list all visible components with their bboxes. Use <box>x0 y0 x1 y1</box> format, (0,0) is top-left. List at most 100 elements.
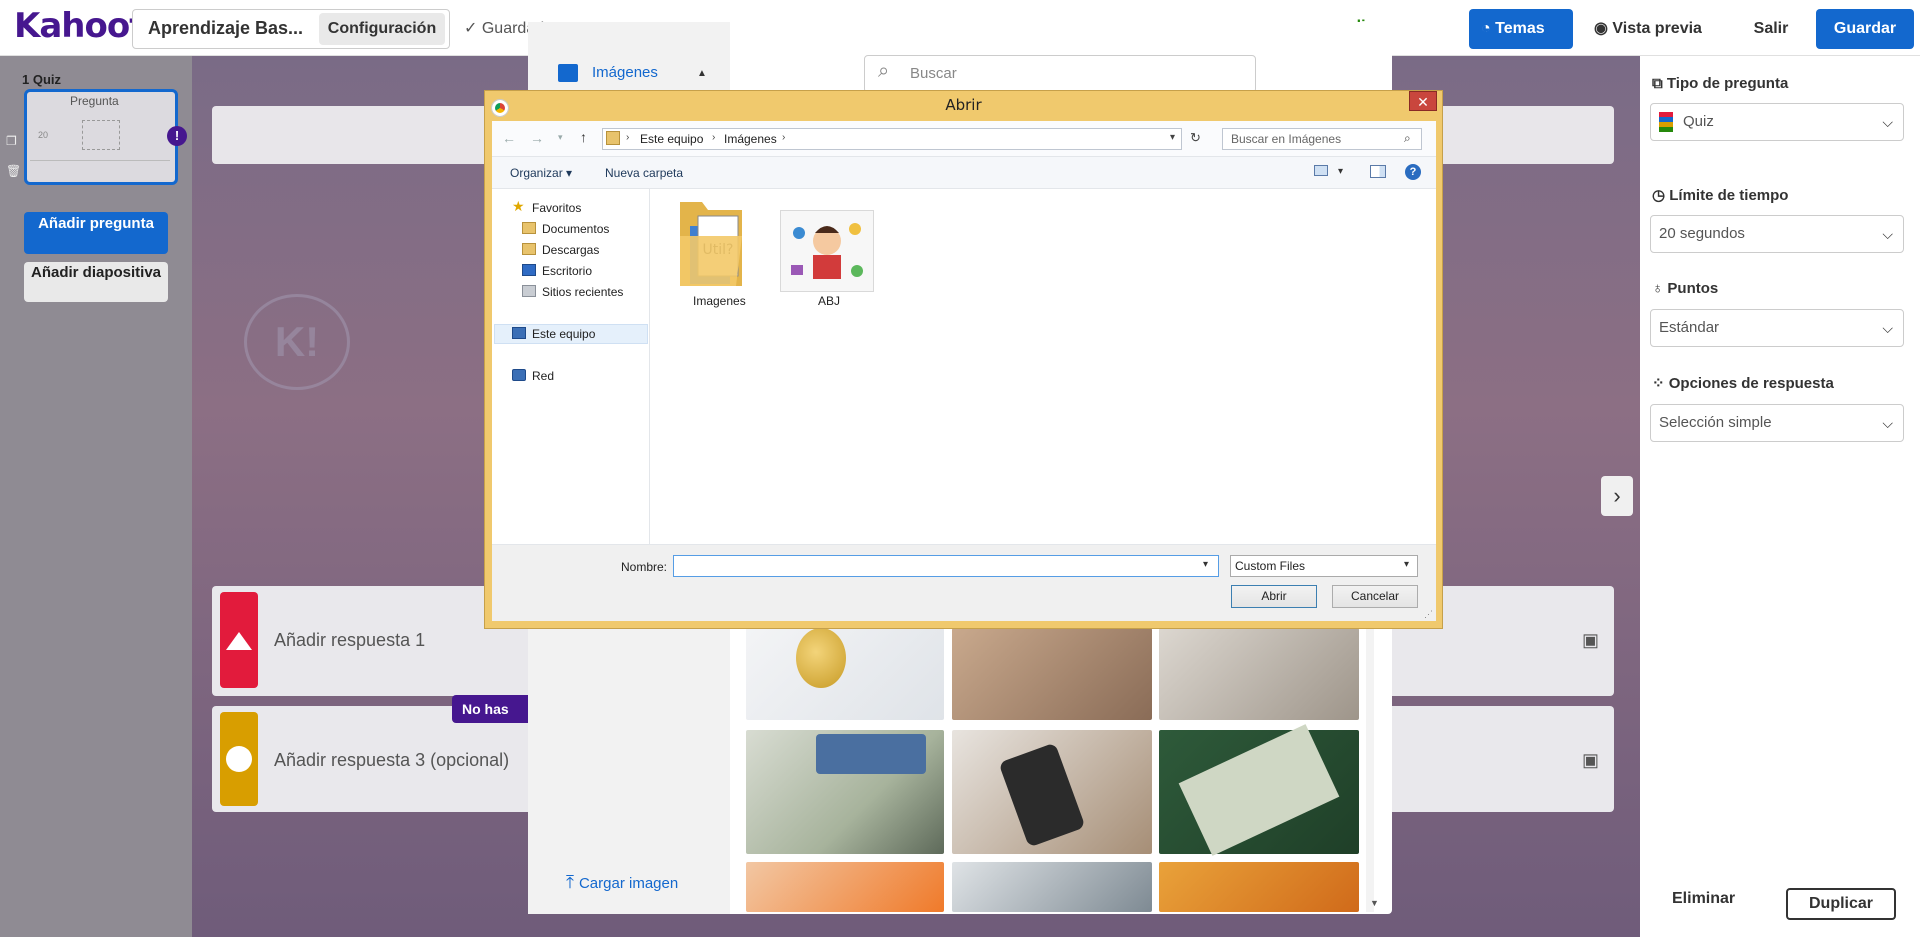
star-icon: ★ <box>512 198 525 214</box>
question-label: 1 Quiz <box>22 72 61 87</box>
upload-image-button[interactable]: ⤒ Cargar imagen <box>566 872 678 893</box>
add-slide-button[interactable]: Añadir diapositiva <box>24 262 168 302</box>
chevron-down-icon: ⌵ <box>1882 415 1893 431</box>
gallery-image[interactable] <box>952 628 1152 720</box>
tree-item-documents[interactable]: Documentos <box>542 222 609 236</box>
desktop-icon <box>522 264 536 276</box>
kahoot-title[interactable]: Aprendizaje Bas... <box>148 18 303 39</box>
answer-3-input[interactable]: Añadir respuesta 3 (opcional) <box>274 750 509 771</box>
recent-dropdown-icon[interactable]: ▾ <box>558 132 563 143</box>
forward-icon[interactable]: → <box>530 130 544 146</box>
question-type-label: ⧉ Tipo de pregunta <box>1652 75 1788 92</box>
breadcrumb-pictures[interactable]: Imágenes <box>724 132 777 146</box>
gallery-image[interactable] <box>746 730 944 854</box>
quiz-icon <box>1659 112 1673 133</box>
medal-icon: ♁ <box>1652 280 1668 297</box>
tree-item-downloads[interactable]: Descargas <box>542 243 599 257</box>
file-item-image[interactable] <box>780 210 874 292</box>
question-type: Quiz <box>32 72 62 87</box>
dialog-search-input[interactable]: Buscar en Imágenes <box>1222 128 1422 150</box>
question-type-label-text: Tipo de pregunta <box>1666 75 1789 92</box>
address-dropdown-icon[interactable]: ▾ <box>1170 132 1175 143</box>
answer-1-input[interactable]: Añadir respuesta 1 <box>274 630 425 651</box>
file-item-folder[interactable]: Util? <box>676 196 746 292</box>
exit-button[interactable]: Salir <box>1735 9 1807 49</box>
images-tab[interactable]: Imágenes <box>592 64 658 81</box>
file-name-label: Nombre: <box>621 560 668 574</box>
missing-answer-tooltip: No has añadido <box>452 695 532 723</box>
delete-button[interactable]: Eliminar <box>1672 890 1735 908</box>
back-icon[interactable]: ← <box>502 130 516 146</box>
answer-options-label: ⁘ Opciones de respuesta <box>1652 374 1834 392</box>
image-icon[interactable]: ▣ <box>1582 750 1599 771</box>
phone <box>998 742 1086 848</box>
time-limit-value: 20 segundos <box>1659 225 1745 242</box>
file-list <box>651 189 1436 544</box>
view-icon[interactable] <box>1314 165 1328 176</box>
breadcrumb-this-pc[interactable]: Este equipo <box>640 132 703 146</box>
chevron-down-icon[interactable]: ▾ <box>1203 559 1208 570</box>
answer-1-color <box>220 592 258 688</box>
tree-item-recent[interactable]: Sitios recientes <box>542 285 623 299</box>
add-question-button[interactable]: Añadir pregunta <box>24 212 168 254</box>
gallery-image[interactable] <box>952 862 1152 912</box>
duplicate-icon[interactable]: ❐ <box>6 134 17 148</box>
open-button[interactable]: Abrir <box>1231 585 1317 608</box>
file-name-input[interactable] <box>673 555 1219 577</box>
points-value: Estándar <box>1659 319 1720 336</box>
close-icon[interactable]: ✕ <box>1409 91 1437 111</box>
file-type-select[interactable]: Custom Files <box>1230 555 1418 577</box>
gallery-image[interactable] <box>1159 724 1359 856</box>
gallery-image[interactable] <box>746 862 944 912</box>
organize-button[interactable]: Organizar ▾ <box>510 166 572 180</box>
question-number: 1 <box>22 72 30 87</box>
gallery-image[interactable] <box>952 730 1152 854</box>
answer-options-select[interactable]: Selección simple ⌵ <box>1650 404 1904 442</box>
time-limit-select[interactable]: 20 segundos ⌵ <box>1650 215 1904 253</box>
chevron-down-icon[interactable]: ▾ <box>1404 559 1409 570</box>
question-sidebar <box>0 56 192 937</box>
caret-up-icon[interactable]: ▲ <box>697 68 707 79</box>
themes-button[interactable]: ◔ Temas <box>1469 9 1573 49</box>
gallery-image[interactable] <box>1159 862 1359 912</box>
gallery-image[interactable] <box>746 628 944 720</box>
tree-item-desktop[interactable]: Escritorio <box>542 264 592 278</box>
trash-icon[interactable]: 🗑 <box>6 164 21 178</box>
up-icon[interactable]: ↑ <box>580 129 587 145</box>
preview-pane-icon[interactable] <box>1370 165 1386 178</box>
chevron-right-icon: › <box>626 132 630 143</box>
tree-item-network[interactable]: Red <box>532 369 554 383</box>
folder-icon <box>522 222 536 234</box>
duplicate-button[interactable]: Duplicar <box>1786 888 1896 920</box>
gallery-scrollbar[interactable] <box>1366 628 1374 912</box>
refresh-icon[interactable]: ↻ <box>1190 130 1201 146</box>
save-button[interactable]: Guardar <box>1816 9 1914 49</box>
view-dropdown-icon[interactable]: ▾ <box>1338 166 1343 177</box>
gallery-image[interactable] <box>1159 628 1359 720</box>
chevron-right-icon[interactable]: › <box>1601 476 1633 516</box>
cancel-button[interactable]: Cancelar <box>1332 585 1418 608</box>
grid-icon: ⁘ <box>1652 375 1669 392</box>
tree-item-favorites[interactable]: Favoritos <box>532 201 581 215</box>
question-card-timer: 20 <box>38 130 49 140</box>
chevron-down-icon: ⌵ <box>1882 114 1893 130</box>
question-type-select[interactable]: Quiz ⌵ <box>1650 103 1904 141</box>
tree-item-this-pc[interactable]: Este equipo <box>532 327 595 341</box>
new-folder-button[interactable]: Nueva carpeta <box>605 166 683 180</box>
money-stack <box>1178 724 1340 856</box>
file-name-image[interactable]: ABJ <box>818 294 840 308</box>
preview-label: Vista previa <box>1612 20 1702 37</box>
file-name-folder[interactable]: Imagenes <box>693 294 746 308</box>
image-icon[interactable]: ▣ <box>1582 630 1599 651</box>
warning-icon[interactable]: ! <box>167 126 187 146</box>
eye-icon: ◉ <box>1594 20 1613 37</box>
scroll-down-icon[interactable]: ▼ <box>1370 898 1379 908</box>
resize-grip-icon[interactable]: ⋰ <box>1424 609 1433 620</box>
settings-button[interactable]: Configuración <box>319 13 445 45</box>
help-icon[interactable]: ? <box>1405 164 1421 180</box>
points-label: ♁ Puntos <box>1652 280 1718 297</box>
preview-button[interactable]: ◉ Vista previa <box>1590 9 1714 49</box>
time-limit-label-text: Límite de tiempo <box>1669 187 1789 204</box>
points-select[interactable]: Estándar ⌵ <box>1650 309 1904 347</box>
chevron-down-icon: ⌵ <box>1882 226 1893 242</box>
